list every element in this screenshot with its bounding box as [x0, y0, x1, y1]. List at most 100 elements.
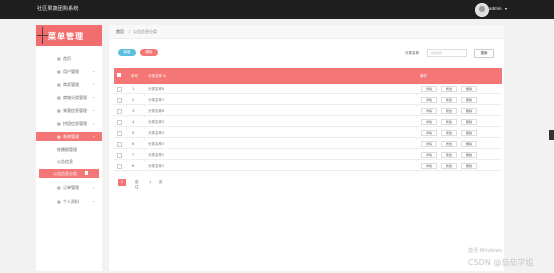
row-index: 5 — [132, 131, 135, 135]
row-checkbox[interactable] — [117, 87, 122, 92]
edit-button[interactable]: 修改 — [441, 119, 457, 125]
edit-button[interactable]: 修改 — [441, 141, 457, 147]
edit-button[interactable]: 修改 — [441, 108, 457, 114]
sidebar-item-home[interactable]: ▦ 首页 — [36, 54, 102, 63]
row-delete-button[interactable]: 删除 — [461, 141, 477, 147]
sidebar-header: 菜单管理 — [36, 25, 102, 46]
detail-button[interactable]: 详情 — [421, 130, 437, 136]
row-index: 4 — [132, 120, 135, 124]
row-checkbox[interactable] — [117, 142, 122, 147]
chevron-down-icon[interactable]: ▾ — [505, 6, 507, 11]
user-name[interactable]: admin — [489, 6, 502, 11]
detail-button[interactable]: 详情 — [421, 152, 437, 158]
sidebar-item-label: 商城分类管理 — [63, 95, 87, 100]
table-row: 1 分类名称8 详情 修改 删除 — [114, 85, 502, 94]
select-all-checkbox[interactable] — [117, 73, 121, 77]
row-checkbox[interactable] — [117, 153, 122, 158]
produce-icon: ▦ — [57, 108, 61, 113]
sidebar-item-orders[interactable]: ▦ 订单管理 ⌄ — [36, 183, 102, 192]
sidebar-item-label: 系统管理 — [63, 134, 79, 139]
detail-button[interactable]: 详情 — [421, 86, 437, 92]
sidebar-item-system[interactable]: ▦ 系统管理 ⌄ — [36, 132, 102, 141]
table-header: 序号 分类名称 ⇅ 操作 — [114, 68, 502, 84]
table-row: 2 分类名称7 详情 修改 删除 — [114, 96, 502, 105]
category-icon: ▦ — [57, 95, 61, 100]
csdn-watermark: CSDN @茄茄学姐 — [468, 258, 534, 267]
page-number-input[interactable]: 1 — [149, 180, 151, 184]
chevron-down-icon: ⌄ — [92, 120, 96, 125]
detail-button[interactable]: 详情 — [421, 97, 437, 103]
row-index: 2 — [132, 98, 135, 102]
detail-button[interactable]: 详情 — [421, 108, 437, 114]
edit-button[interactable]: 修改 — [441, 152, 457, 158]
settings-icon: ▦ — [57, 134, 61, 139]
user-avatar[interactable] — [475, 3, 489, 17]
detail-button[interactable]: 详情 — [421, 163, 437, 169]
edit-button[interactable]: 修改 — [441, 163, 457, 169]
search-input[interactable]: 分类名称 — [427, 49, 467, 57]
breadcrumb: 首页 / 公告信息分类 — [109, 25, 504, 39]
row-delete-button[interactable]: 删除 — [461, 163, 477, 169]
edit-button[interactable]: 修改 — [441, 86, 457, 92]
row-index: 3 — [132, 109, 135, 113]
sidebar-item-categories[interactable]: ▦ 商城分类管理 ⌄ — [36, 93, 102, 102]
row-delete-button[interactable]: 删除 — [461, 119, 477, 125]
row-index: 6 — [132, 142, 135, 146]
row-index: 1 — [132, 87, 135, 91]
header-name[interactable]: 分类名称 ⇅ — [148, 74, 166, 79]
chevron-down-icon: ⌄ — [92, 68, 96, 73]
chevron-down-icon: ⌄ — [92, 198, 96, 203]
home-icon: ▦ — [57, 56, 61, 61]
sidebar-item-label: 商家管理 — [63, 82, 79, 87]
windows-activation-watermark: 激活 Windows — [468, 248, 502, 254]
table-row: 6 分类名称3 详情 修改 删除 — [114, 140, 502, 149]
sidebar-item-profile[interactable]: ▦ 个人资料 ⌄ — [36, 197, 102, 206]
row-checkbox[interactable] — [117, 131, 122, 136]
row-checkbox[interactable] — [117, 120, 122, 125]
sidebar-item-label: 轮播图管理 — [57, 147, 77, 152]
chevron-down-icon: ⌄ — [92, 81, 96, 86]
sidebar-item-label: 公告信息 — [57, 159, 73, 164]
row-name: 分类名称5 — [148, 120, 165, 124]
detail-button[interactable]: 详情 — [421, 119, 437, 125]
table-row: 7 分类名称2 详情 修改 删除 — [114, 151, 502, 160]
row-name: 分类名称1 — [148, 164, 165, 168]
row-checkbox[interactable] — [117, 109, 122, 114]
detail-button[interactable]: 详情 — [421, 141, 437, 147]
sidebar-item-label: 用户管理 — [63, 69, 79, 74]
sidebar-item-merchants[interactable]: ▦ 商家管理 ⌄ — [36, 80, 102, 89]
row-delete-button[interactable]: 删除 — [461, 130, 477, 136]
sidebar-item-carousel[interactable]: 轮播图管理 — [36, 145, 102, 154]
row-name: 分类名称4 — [148, 131, 165, 135]
row-name: 分类名称7 — [148, 98, 165, 102]
breadcrumb-home[interactable]: 首页 — [116, 29, 124, 35]
sidebar-item-label: 拼团信息管理 — [63, 121, 87, 126]
menu-cross-icon — [37, 27, 48, 44]
group-icon: ▦ — [57, 121, 61, 126]
sidebar-item-announcement-categories[interactable]: 公告信息分类 — [39, 169, 99, 178]
side-drawer-handle[interactable] — [549, 130, 554, 140]
search-button[interactable]: 搜索 — [474, 49, 494, 58]
row-delete-button[interactable]: 删除 — [461, 97, 477, 103]
mouse-cursor-icon — [85, 171, 88, 175]
row-index: 7 — [132, 153, 135, 157]
row-checkbox[interactable] — [117, 164, 122, 169]
row-delete-button[interactable]: 删除 — [461, 152, 477, 158]
app-title: 社区果蔬团购系统 — [37, 6, 79, 12]
add-button[interactable]: 新增 — [118, 49, 136, 56]
row-delete-button[interactable]: 删除 — [461, 86, 477, 92]
sidebar-item-produce[interactable]: ▦ 果蔬信息管理 ⌄ — [36, 106, 102, 115]
edit-button[interactable]: 修改 — [441, 130, 457, 136]
sidebar-item-users[interactable]: ▦ 用户管理 ⌄ — [36, 67, 102, 76]
delete-button[interactable]: 删除 — [140, 49, 158, 56]
sidebar-item-announcements[interactable]: 公告信息 — [36, 157, 102, 166]
row-checkbox[interactable] — [117, 98, 122, 103]
table-row: 8 分类名称1 详情 修改 删除 — [114, 162, 502, 171]
breadcrumb-separator: / — [129, 29, 131, 34]
edit-button[interactable]: 修改 — [441, 97, 457, 103]
row-index: 8 — [132, 164, 135, 168]
page-current[interactable]: 1 — [118, 179, 126, 186]
chevron-down-icon: ⌄ — [92, 107, 96, 112]
sidebar-item-group-buy[interactable]: ▦ 拼团信息管理 ⌄ — [36, 119, 102, 128]
row-delete-button[interactable]: 删除 — [461, 108, 477, 114]
